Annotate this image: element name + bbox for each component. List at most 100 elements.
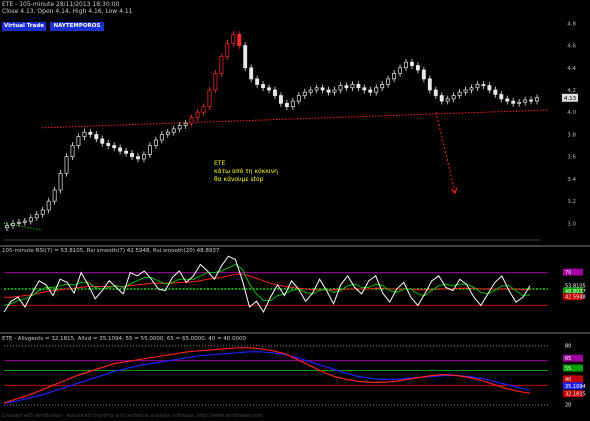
candle-body <box>523 99 528 103</box>
candle-body <box>153 139 158 146</box>
candle-body <box>368 89 373 93</box>
stoch-value-label: 80 <box>565 343 571 349</box>
candle-body <box>338 85 343 91</box>
candle-body <box>177 125 182 130</box>
candle-body <box>290 100 295 108</box>
candle-body <box>469 87 474 91</box>
lead-in-dotted-line <box>3 222 43 231</box>
candle-body <box>320 87 325 91</box>
candle-body <box>415 65 420 71</box>
candle-body <box>213 72 218 91</box>
candle-body <box>380 84 385 89</box>
stoch-value-label: 65 <box>565 356 571 362</box>
candle-body <box>362 87 367 91</box>
candle-body <box>201 106 206 113</box>
candle-body <box>481 84 486 86</box>
candle-body <box>34 214 39 219</box>
arrow-line <box>435 112 456 193</box>
candle-body <box>421 69 426 80</box>
stoch-d-line <box>3 351 531 404</box>
stoch-k-line <box>3 347 531 404</box>
price-tick-label: 3.6 <box>567 155 576 161</box>
candle-body <box>106 142 111 146</box>
support-trendline <box>41 109 549 129</box>
candle-body <box>58 172 63 191</box>
candle-body <box>46 200 51 211</box>
candle-body <box>183 122 188 126</box>
price-tick-label: 3.4 <box>567 177 576 183</box>
candle-body <box>451 95 456 100</box>
candle-body <box>511 100 516 104</box>
candle-body <box>302 91 307 96</box>
candle-body <box>207 89 212 108</box>
candle-body <box>267 87 271 91</box>
candle-body <box>142 154 146 160</box>
candle-body <box>463 89 468 93</box>
chart-header-ohlc: Close 4.13, Open 4.14, High 4.16, Low 4.… <box>2 8 133 15</box>
candle-body <box>344 85 349 89</box>
candle-body <box>136 156 140 160</box>
candle-body <box>40 209 45 215</box>
candle-body <box>374 87 379 93</box>
candle-body <box>76 136 81 146</box>
candle-body <box>445 98 450 102</box>
candle-body <box>171 128 176 133</box>
candle-body <box>70 145 75 158</box>
candle-body <box>118 147 123 152</box>
rsi-value-label: 42.5948 <box>565 295 586 301</box>
stoch-value-label: 55 <box>565 366 571 372</box>
candle-body <box>82 131 87 138</box>
candle-body <box>225 42 230 58</box>
price-tick-label: 3.2 <box>567 199 576 205</box>
candle-body <box>475 84 480 89</box>
stoch-value-label: 32.1815 <box>565 392 586 398</box>
candle-body <box>404 61 408 69</box>
rsi-pane-title: 105-minute RSI(7) = 53.8105, Rsi smooth(… <box>2 248 220 254</box>
candle-body <box>398 67 402 74</box>
price-tick-label: 4.2 <box>567 88 576 94</box>
candle-body <box>100 138 105 144</box>
candle-body <box>261 84 266 89</box>
candle-body <box>189 117 194 124</box>
candle-body <box>16 221 21 224</box>
chart-header-title: ETE - 105-minute 28/11/2013 18:30:00 <box>2 1 120 8</box>
chart-canvas: 3.0 3.2 3.4 3.6 3.8 4.0 4.2 4.4 4.6 4.8 4.13 ETEκάτ… <box>0 21 590 409</box>
candle-body <box>219 56 224 74</box>
arrow-head <box>450 187 458 195</box>
candle-body <box>350 84 355 89</box>
candle-body <box>493 89 498 95</box>
annotation-text: κάτω από τη κόκκινη <box>214 168 278 175</box>
price-tick-label: 4.4 <box>567 66 576 72</box>
candle-body <box>94 134 99 140</box>
virtual-trade-button[interactable]: Virtual Trade <box>2 22 46 31</box>
stoch-pane-title: ETE - Allvgents = 32.1815, Allvd = 35.10… <box>2 336 247 342</box>
last-price-label: 4.13 <box>564 96 577 102</box>
candle-body <box>439 95 444 102</box>
candle-body <box>124 150 129 154</box>
candle-body <box>517 101 522 104</box>
candle-body <box>284 102 289 108</box>
candle-body <box>296 95 301 102</box>
candle-body <box>314 87 319 91</box>
candle-body <box>505 98 510 102</box>
price-tick-label: 3.8 <box>567 132 576 138</box>
candle-body <box>52 189 57 202</box>
candle-body <box>499 94 504 100</box>
rsi-smooth7-line <box>3 263 531 306</box>
candle-body <box>457 91 462 96</box>
candle-body <box>165 131 170 135</box>
annotation-text: θα κάνουμε stop <box>214 176 264 183</box>
candle-body <box>433 89 438 96</box>
candle-body <box>308 89 313 93</box>
candle-body <box>326 89 331 93</box>
candle-body <box>535 97 539 102</box>
candle-body <box>255 78 260 85</box>
rsi-value-label: 70 <box>565 270 571 276</box>
candle-body <box>195 111 200 119</box>
naytemporos-button[interactable]: NAYTEMPOROS <box>50 22 104 31</box>
price-tick-label: 4.6 <box>567 44 576 50</box>
candle-body <box>88 131 93 135</box>
candle-body <box>64 156 69 174</box>
candle-body <box>147 145 152 155</box>
footer-credit: Created with AmiBroker - advanced charti… <box>2 413 263 419</box>
